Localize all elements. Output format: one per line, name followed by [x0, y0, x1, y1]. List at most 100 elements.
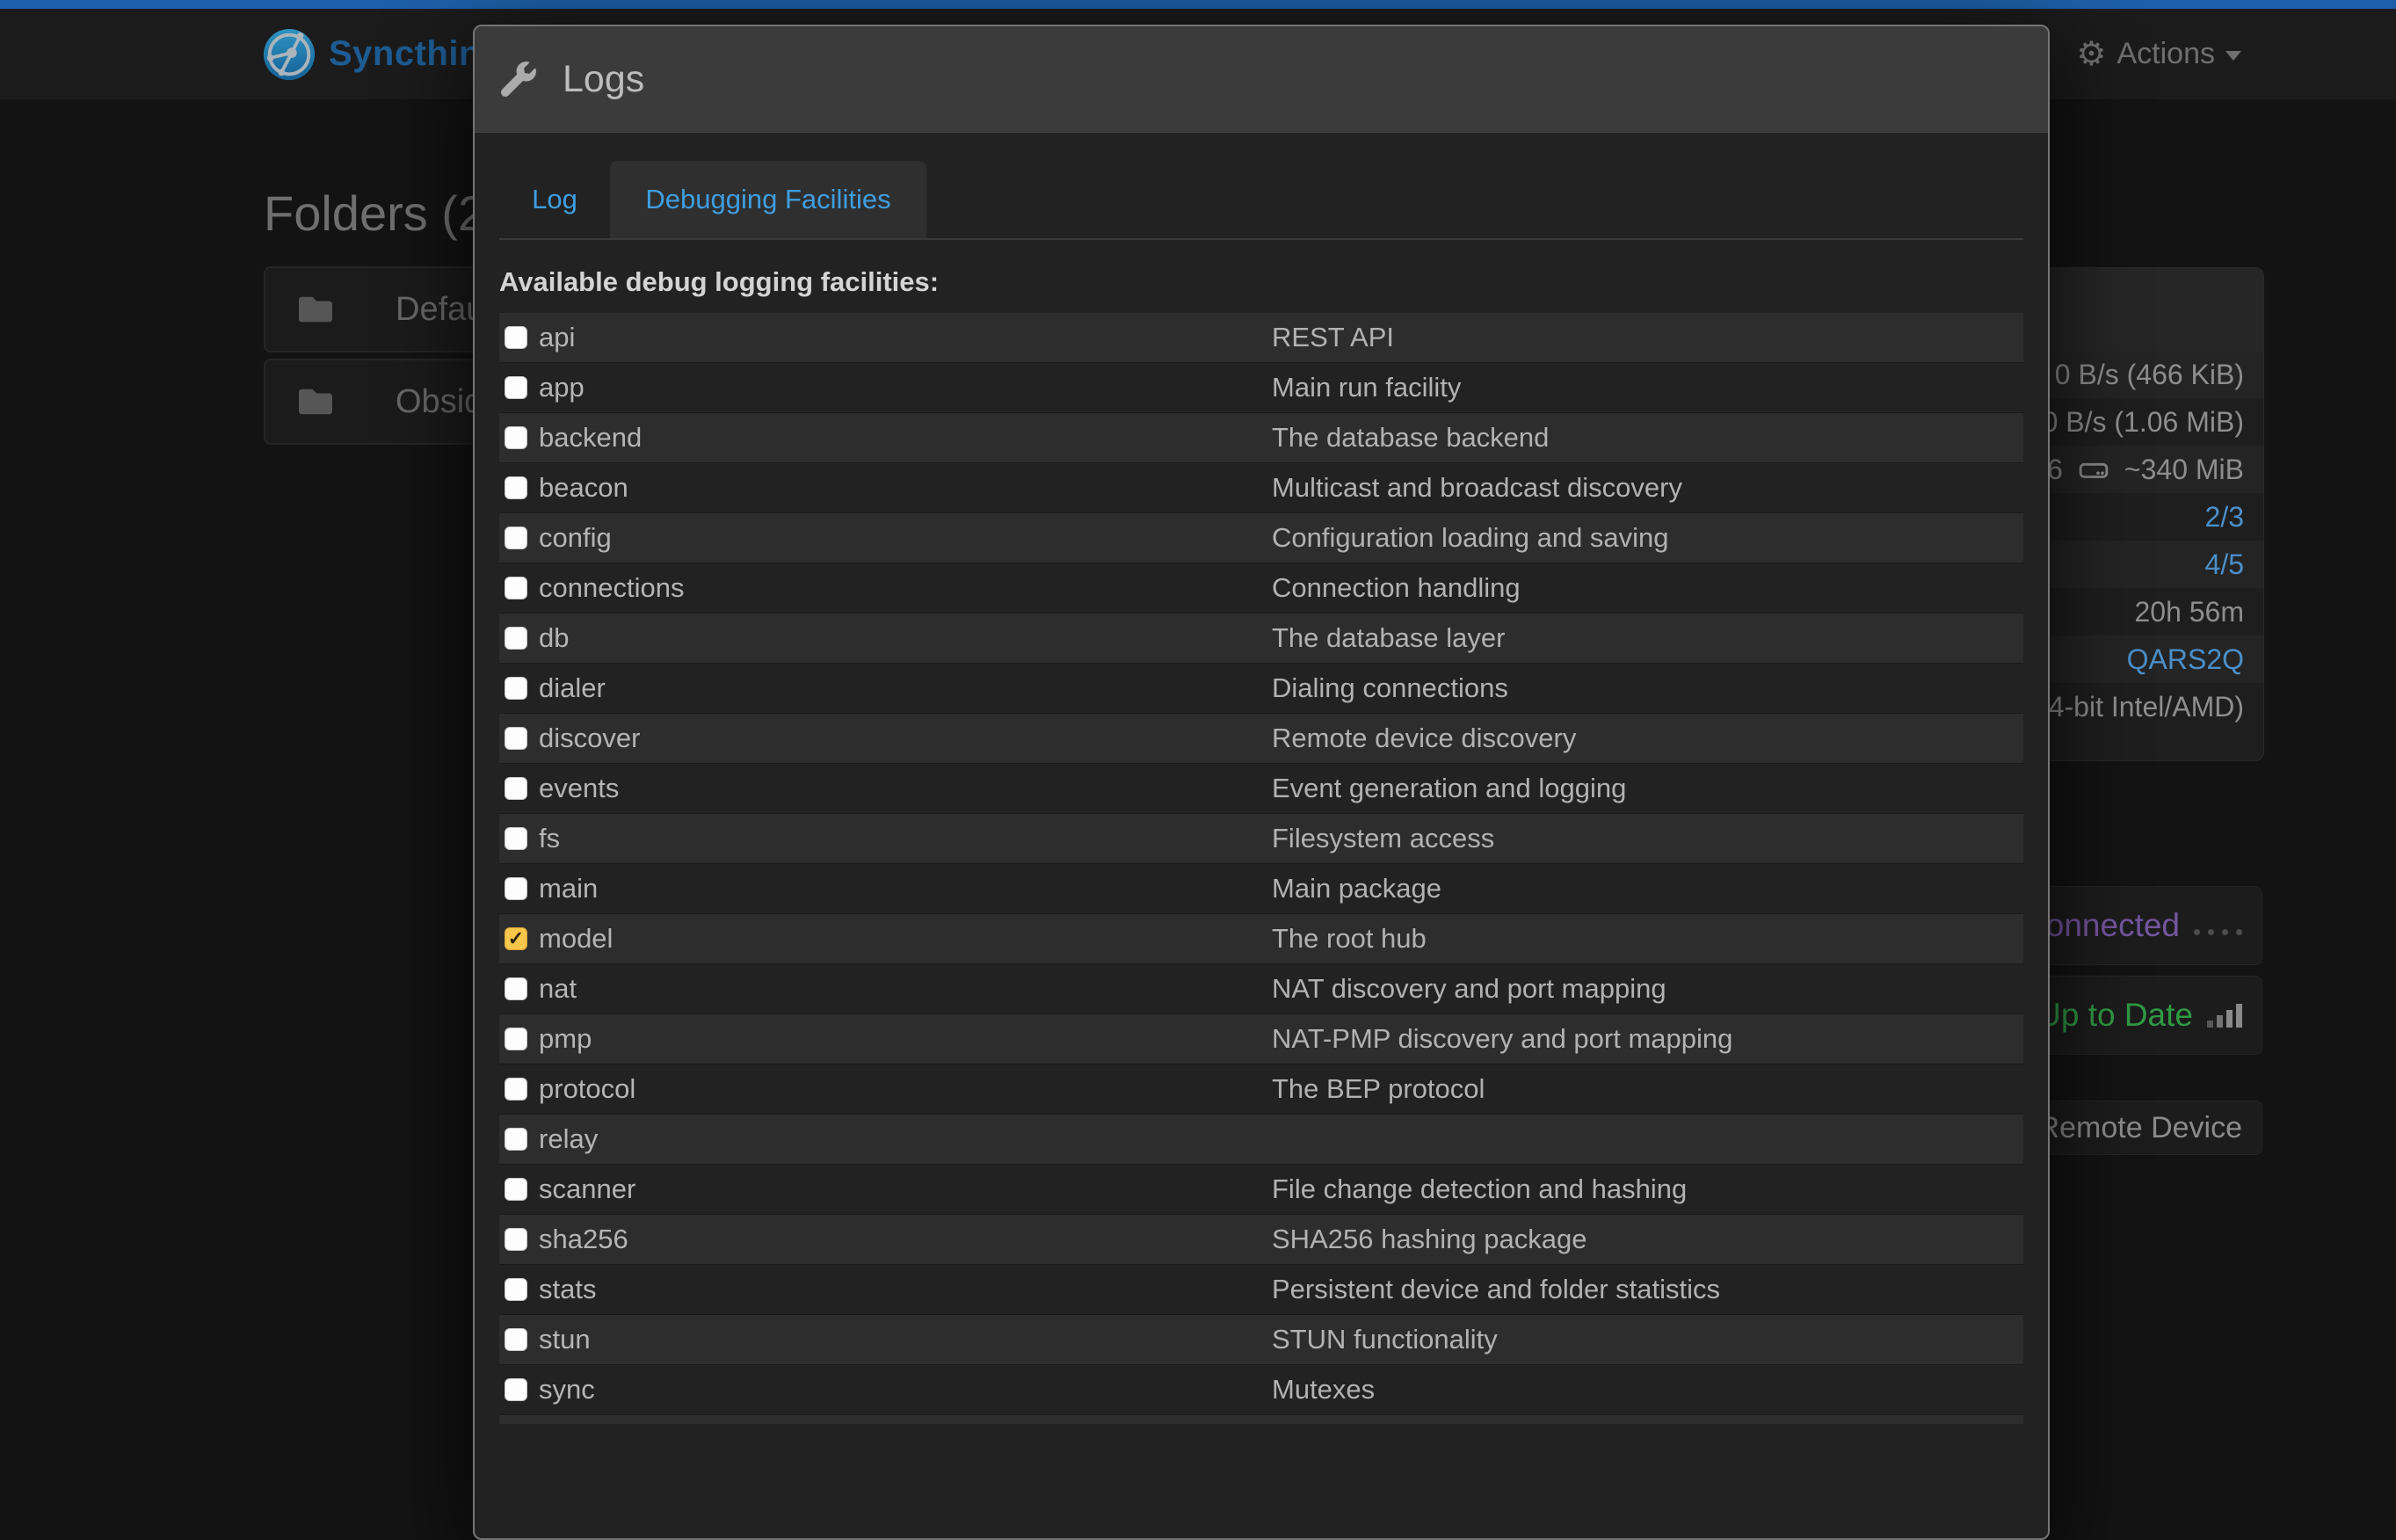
facility-row: nat NAT discovery and port mapping — [499, 964, 2023, 1014]
facility-row: db The database layer — [499, 614, 2023, 664]
facility-checkbox[interactable] — [505, 1178, 527, 1201]
facility-name: stats — [539, 1274, 596, 1305]
facility-name: sha256 — [539, 1224, 628, 1255]
wrench-icon — [501, 62, 536, 97]
facility-name: protocol — [539, 1073, 635, 1105]
device-info-value: 20h 56m — [2134, 596, 2244, 628]
facility-row: stun STUN functionality — [499, 1315, 2023, 1365]
facility-description: STUN functionality — [1272, 1324, 1498, 1355]
facility-name: fs — [539, 823, 560, 854]
facility-name: events — [539, 773, 619, 804]
chevron-down-icon — [2225, 51, 2241, 61]
facility-description: The database layer — [1272, 622, 1505, 654]
folder-icon — [297, 385, 334, 418]
facility-description: File change detection and hashing — [1272, 1173, 1687, 1205]
facility-name: main — [539, 873, 598, 904]
facility-row: backend The database backend — [499, 413, 2023, 463]
facility-description: Remote device discovery — [1272, 723, 1576, 754]
gear-icon: ⚙ — [2076, 38, 2106, 71]
device-info-value: ~340 MiB — [2124, 454, 2244, 486]
facility-name: db — [539, 622, 569, 654]
facility-name: model — [539, 923, 613, 955]
facility-checkbox[interactable] — [505, 1128, 527, 1151]
facility-checkbox[interactable] — [505, 1378, 527, 1401]
device-info-value: QARS2Q — [2127, 643, 2244, 676]
facility-name: backend — [539, 422, 642, 454]
facility-row: dialer Dialing connections — [499, 664, 2023, 714]
brand-link[interactable]: Syncthing — [262, 9, 503, 99]
syncthing-logo-icon — [262, 27, 316, 82]
facility-checkbox[interactable] — [505, 677, 527, 700]
facility-name: pmp — [539, 1023, 592, 1055]
facility-checkbox[interactable] — [505, 476, 527, 499]
tab-debugging-facilities[interactable]: Debugging Facilities — [610, 161, 926, 238]
folder-icon — [297, 293, 334, 326]
facility-row: config Configuration loading and saving — [499, 513, 2023, 563]
actions-label: Actions — [2117, 37, 2216, 71]
tab-log[interactable]: Log — [499, 161, 610, 238]
page-title: Folders (2) — [264, 185, 502, 242]
facility-description: Main run facility — [1272, 372, 1461, 403]
top-accent-bar — [0, 0, 2396, 9]
facility-description: NAT discovery and port mapping — [1272, 973, 1666, 1005]
facility-checkbox[interactable] — [505, 727, 527, 750]
facilities-heading: Available debug logging facilities: — [499, 263, 2023, 301]
facility-description: Main package — [1272, 873, 1441, 904]
facility-row: events Event generation and logging — [499, 764, 2023, 814]
facility-checkbox[interactable] — [505, 376, 527, 399]
facility-row: connections Connection handling — [499, 563, 2023, 614]
facility-description: Multicast and broadcast discovery — [1272, 472, 1682, 504]
logs-modal-body: Log Debugging Facilities Available debug… — [475, 161, 2048, 1424]
facility-row: main Main package — [499, 864, 2023, 914]
facility-row: app Main run facility — [499, 363, 2023, 413]
facility-description: Filesystem access — [1272, 823, 1494, 854]
facility-row: protocol The BEP protocol — [499, 1064, 2023, 1115]
facilities-table: api REST API app Main run facility backe… — [499, 313, 2023, 1424]
facility-checkbox[interactable] — [505, 1328, 527, 1351]
facility-name: app — [539, 372, 584, 403]
hdd-icon — [2079, 458, 2109, 481]
facility-checkbox[interactable] — [505, 877, 527, 900]
facility-description: Dialing connections — [1272, 672, 1508, 704]
facility-description: Connection handling — [1272, 572, 1521, 604]
facility-description: The BEP protocol — [1272, 1073, 1485, 1105]
facility-name: scanner — [539, 1173, 635, 1205]
facility-row: beacon Multicast and broadcast discovery — [499, 463, 2023, 513]
facility-checkbox[interactable] — [505, 827, 527, 850]
facility-checkbox[interactable] — [505, 777, 527, 800]
device-info-value: (64-bit Intel/AMD) — [2023, 691, 2244, 723]
facility-checkbox[interactable] — [505, 326, 527, 349]
facility-description: NAT-PMP discovery and port mapping — [1272, 1023, 1732, 1055]
facility-description: Event generation and logging — [1272, 773, 1626, 804]
facility-name: dialer — [539, 672, 606, 704]
facility-row: sha256 SHA256 hashing package — [499, 1215, 2023, 1265]
facility-checkbox[interactable] — [505, 1228, 527, 1251]
facility-row-partial — [499, 1415, 2023, 1424]
device-info-value: 0 B/s (466 KiB) — [2055, 359, 2244, 391]
device-status-text: Up to Date — [2037, 997, 2193, 1034]
facility-checkbox[interactable] — [505, 627, 527, 650]
facility-row: stats Persistent device and folder stati… — [499, 1265, 2023, 1315]
facility-row: relay — [499, 1115, 2023, 1165]
facility-description: Configuration loading and saving — [1272, 522, 1669, 554]
facility-description: REST API — [1272, 322, 1394, 353]
modal-title: Logs — [563, 58, 644, 101]
facility-checkbox[interactable] — [505, 426, 527, 449]
facility-row: pmp NAT-PMP discovery and port mapping — [499, 1014, 2023, 1064]
facility-checkbox[interactable] — [505, 977, 527, 1000]
facility-row: ✓ model The root hub — [499, 914, 2023, 964]
facility-checkbox[interactable] — [505, 527, 527, 549]
facility-row: sync Mutexes — [499, 1365, 2023, 1415]
logs-modal-header: Logs — [475, 26, 2048, 133]
facility-description: Persistent device and folder statistics — [1272, 1274, 1720, 1305]
facility-checkbox[interactable] — [505, 1078, 527, 1101]
facility-checkbox[interactable] — [505, 577, 527, 599]
facility-name: sync — [539, 1374, 595, 1406]
facility-description: SHA256 hashing package — [1272, 1224, 1586, 1255]
facility-checkbox[interactable] — [505, 1278, 527, 1301]
actions-menu-button[interactable]: ⚙ Actions — [2076, 9, 2241, 99]
facility-row: discover Remote device discovery — [499, 714, 2023, 764]
facility-checkbox[interactable]: ✓ — [505, 927, 527, 950]
logs-modal: Logs Log Debugging Facilities Available … — [473, 25, 2050, 1540]
facility-checkbox[interactable] — [505, 1028, 527, 1050]
